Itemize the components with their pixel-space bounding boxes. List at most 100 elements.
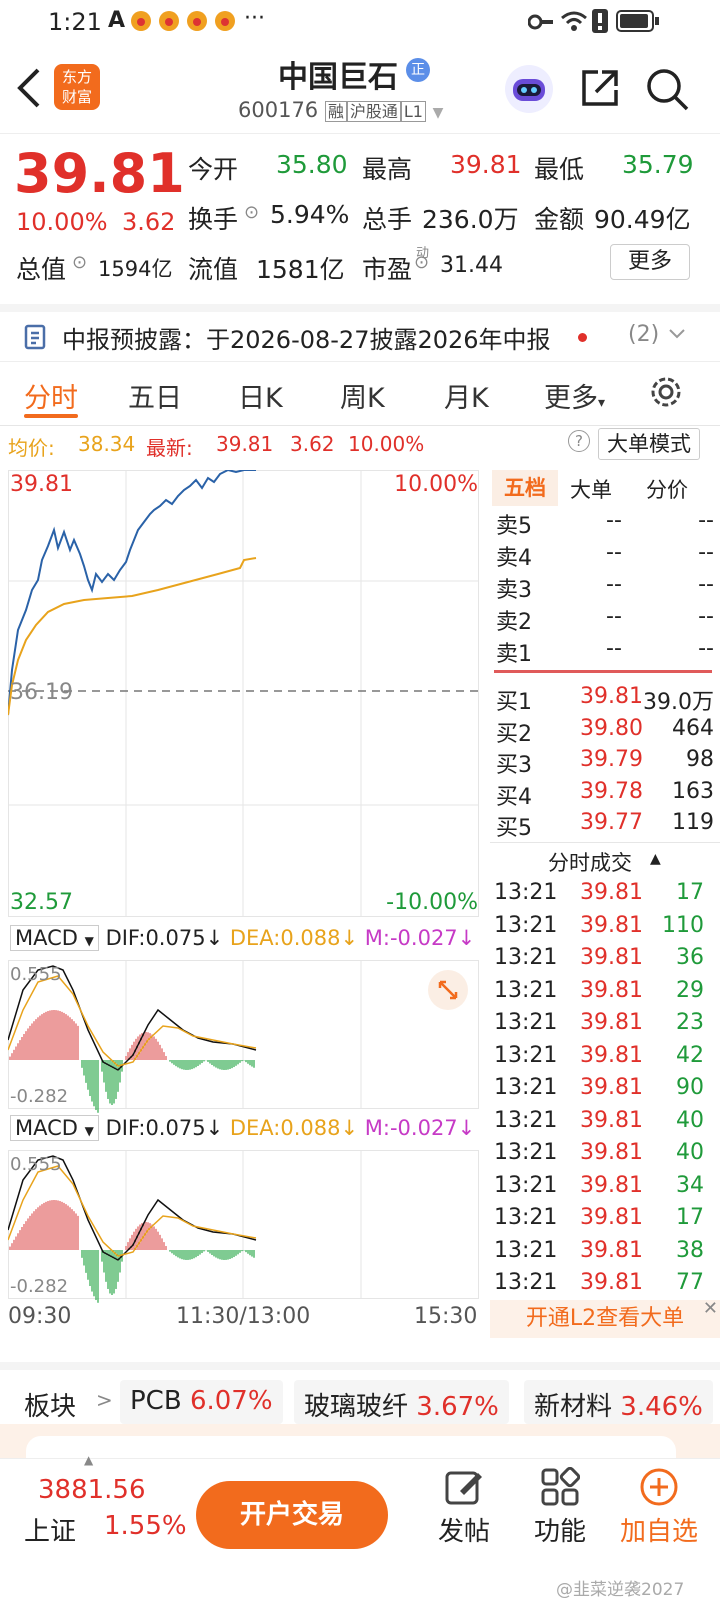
ask-price: --	[606, 540, 622, 565]
sector-pct: 6.07%	[189, 1386, 273, 1416]
bid-level: 买4	[496, 784, 532, 810]
notice-count: (2)	[628, 322, 660, 347]
expand-icon[interactable]	[428, 970, 468, 1010]
tab-big-order[interactable]: 大单	[570, 474, 612, 504]
macd-bottom-value: -0.282	[10, 1086, 69, 1107]
tab-week-k[interactable]: 周K	[340, 376, 385, 415]
wifi-icon	[560, 10, 588, 38]
x-label-midday: 11:30/13:00	[176, 1304, 311, 1329]
help-icon[interactable]: ?	[568, 430, 590, 452]
search-icon[interactable]	[644, 66, 690, 116]
macd-legend-1: MACD ▼ DIF:0.075↓ DEA:0.088↓ M:-0.027↓	[10, 925, 480, 951]
robot-assistant-icon[interactable]	[504, 64, 554, 118]
add-watchlist-button[interactable]: 加自选	[614, 1467, 704, 1548]
bid-volume: 464	[672, 715, 714, 741]
status-more: ···	[244, 6, 265, 31]
trade-price: 39.81	[580, 1270, 643, 1295]
x-label-close: 15:30	[414, 1304, 478, 1329]
sector-chip[interactable]: 新材料 3.46%	[524, 1380, 713, 1424]
chevron-right-icon[interactable]: >	[96, 1388, 113, 1412]
macd-selector[interactable]: MACD ▼	[10, 1115, 99, 1141]
ask-level: 卖4	[496, 546, 532, 571]
trade-volume: 110	[662, 912, 704, 938]
trade-price: 39.81	[580, 880, 643, 905]
trade-volume: 23	[676, 1010, 704, 1035]
post-label: 发帖	[437, 1517, 490, 1547]
tab-more-label: 更多	[544, 383, 598, 414]
unread-dot	[578, 333, 587, 342]
tab-intraday[interactable]: 分时	[24, 376, 78, 415]
add-watchlist-label: 加自选	[619, 1517, 698, 1547]
mcap-value: 1594亿	[98, 257, 173, 281]
trade-time: 13:21	[494, 1270, 558, 1295]
tab-day-k[interactable]: 日K	[238, 376, 283, 415]
watermark: @韭菜逆袭2027	[556, 1580, 685, 1600]
macd-top-value: 0.555	[10, 1154, 62, 1175]
chevron-down-icon[interactable]: ▼	[433, 105, 444, 121]
info-icon[interactable]: ⊙	[414, 252, 429, 273]
tag-level: L1	[400, 101, 426, 122]
tab-five-day[interactable]: 五日	[128, 376, 182, 415]
info-icon[interactable]: ⊙	[72, 252, 87, 273]
ask-row: 卖1 -- --	[496, 636, 714, 668]
y-top-pct: 10.00%	[394, 472, 478, 497]
open-value: 35.80	[276, 150, 348, 179]
key-icon	[527, 12, 554, 37]
post-button[interactable]: 发帖	[436, 1467, 492, 1548]
trade-volume: 90	[676, 1075, 704, 1100]
macd-selector[interactable]: MACD ▼	[10, 925, 99, 951]
share-icon[interactable]	[578, 66, 622, 114]
spread-divider	[494, 670, 712, 673]
bid-price: 39.77	[580, 810, 643, 835]
bid-level: 买1	[496, 690, 532, 715]
promo-strip	[0, 1424, 720, 1466]
sector-chip[interactable]: PCB 6.07%	[120, 1380, 283, 1424]
notice-bar[interactable]: 中报预披露：于2026-08-27披露2026年中报 (2)	[0, 304, 720, 362]
info-icon[interactable]: ⊙	[244, 202, 259, 223]
tab-more[interactable]: 更多▾	[544, 376, 605, 415]
trade-time: 13:21	[494, 1205, 558, 1230]
y-bottom-price: 32.57	[10, 890, 73, 915]
notification-icons	[130, 10, 240, 32]
stock-header: 东方 财富 中国巨石 正 600176 融沪股通 L1 ▼	[0, 44, 720, 134]
tab-price-dist[interactable]: 分价	[646, 474, 688, 504]
app-logo[interactable]: 东方 财富	[54, 64, 100, 110]
intraday-chart[interactable]: 39.81 10.00% 36.19 32.57 -10.00% MACD ▼ …	[8, 470, 488, 1329]
index-value[interactable]: 3881.56	[38, 1475, 146, 1505]
tag-connect: 沪股通	[346, 101, 401, 122]
bid-price: 39.79	[580, 747, 643, 772]
bid-price: 39.78	[580, 778, 643, 804]
chevron-down-icon[interactable]	[668, 326, 686, 345]
sector-chip[interactable]: 玻璃玻纤 3.67%	[294, 1380, 509, 1424]
trade-row: 13:21 39.81 36	[494, 945, 714, 978]
latest-value: 39.81	[216, 432, 274, 456]
macd-bottom-value: -0.282	[10, 1276, 69, 1297]
tab-month-k[interactable]: 月K	[444, 376, 489, 415]
y-bottom-pct: -10.00%	[386, 890, 478, 915]
sector-name: 新材料	[534, 1392, 613, 1422]
change-pct: 10.00%	[16, 208, 108, 236]
back-button[interactable]	[14, 66, 44, 114]
tab-five-level[interactable]: 五档	[492, 470, 558, 506]
big-order-mode-button[interactable]: 大单模式	[598, 428, 700, 460]
l2-upgrade-banner[interactable]: 开通L2查看大单 ✕	[490, 1298, 720, 1338]
float-value: 1581亿	[256, 255, 345, 284]
bid-row: 买5 39.77 119	[496, 810, 714, 842]
gear-icon[interactable]	[648, 374, 684, 414]
function-button[interactable]: 功能	[530, 1466, 590, 1548]
ask-volume: --	[698, 572, 714, 597]
close-icon[interactable]: ✕	[703, 1290, 718, 1328]
trade-time: 13:21	[494, 880, 558, 905]
macd-dea: DEA:0.088↓	[229, 926, 359, 950]
trade-price: 39.81	[580, 1172, 643, 1198]
index-name: 上证	[24, 1517, 77, 1547]
more-button[interactable]: 更多	[610, 244, 690, 280]
open-account-button[interactable]: 开户交易	[196, 1481, 388, 1549]
trade-price: 39.81	[580, 945, 643, 970]
trades-title: 分时成交	[548, 851, 632, 875]
caret-up-icon[interactable]: ▲	[650, 851, 661, 867]
ask-level: 卖2	[496, 610, 532, 635]
high-label: 最高	[362, 155, 413, 184]
trade-price: 39.81	[580, 912, 643, 938]
verified-badge: 正	[406, 58, 430, 82]
